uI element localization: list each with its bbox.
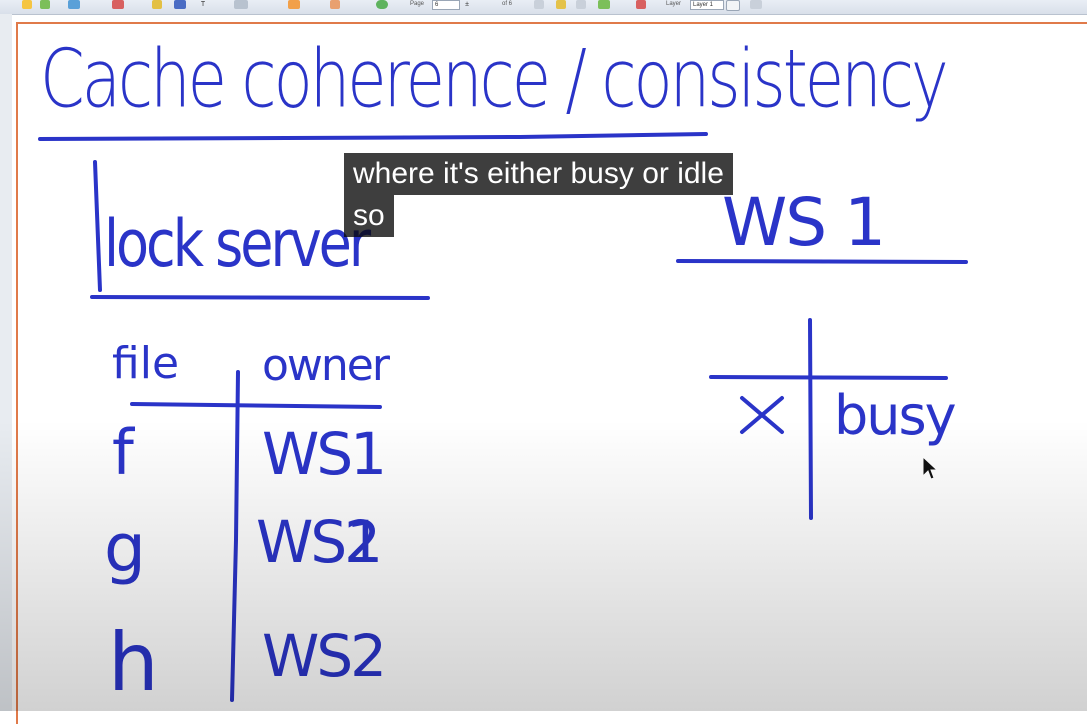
ws1-state-cell: busy xyxy=(834,384,957,447)
owner-column-header: owner xyxy=(262,340,390,391)
caption-line-1: where it's either busy or idle xyxy=(344,153,733,195)
caption-line-2: so xyxy=(344,195,394,237)
mouse-cursor-icon xyxy=(922,456,938,480)
owner-cell: WS2 xyxy=(262,622,387,690)
file-cell: g xyxy=(104,510,146,587)
ws1-heading: WS 1 xyxy=(722,184,886,261)
file-cell: h xyxy=(108,616,159,709)
lock-server-heading: lock server xyxy=(104,206,371,282)
file-cell: f xyxy=(112,416,134,489)
board-title: Cache coherence / consistency xyxy=(40,34,949,127)
owner-cell: WS1 xyxy=(262,420,387,488)
video-caption: where it's either busy or idle so xyxy=(344,153,733,237)
owner-cell: WS2 1 xyxy=(256,508,383,576)
file-column-header: file xyxy=(112,338,180,389)
